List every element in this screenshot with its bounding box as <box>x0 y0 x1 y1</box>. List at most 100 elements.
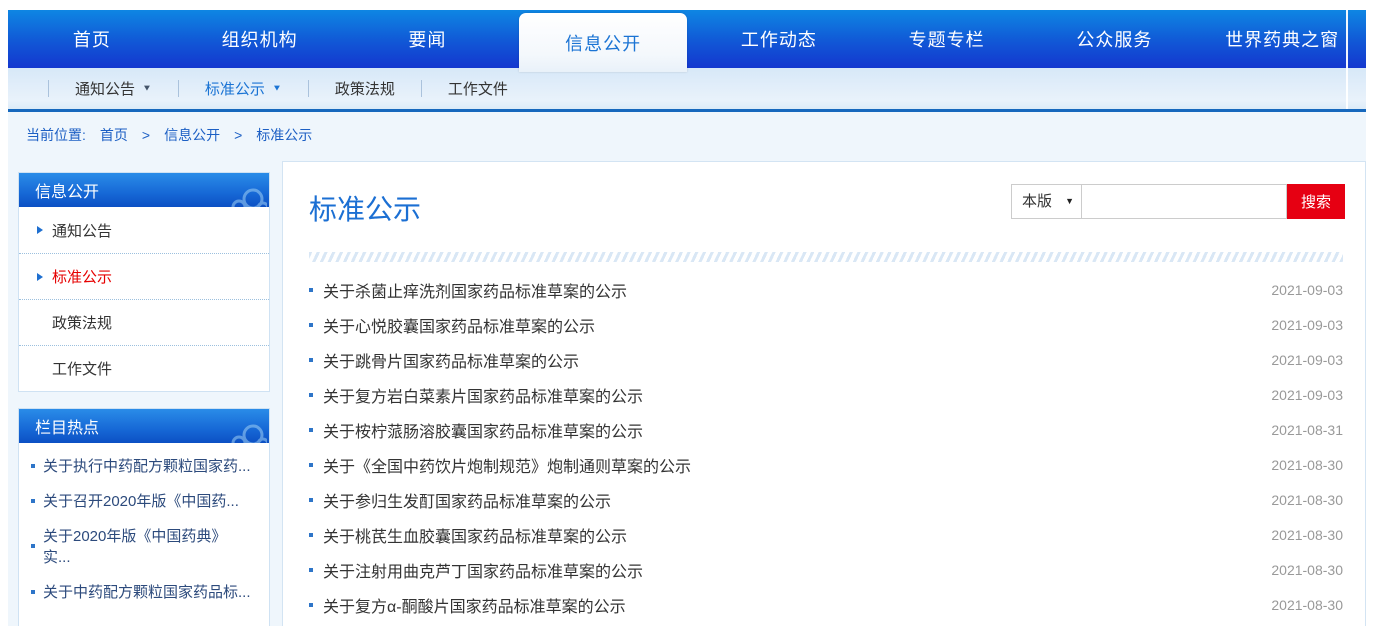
announcement-link[interactable]: 关于跳骨片国家药品标准草案的公示 <box>309 348 1271 372</box>
announcement-list: 关于杀菌止痒洗剂国家药品标准草案的公示 2021-09-03 关于心悦胶囊国家药… <box>309 272 1343 622</box>
table-row: 关于注射用曲克芦丁国家药品标准草案的公示 2021-08-30 <box>309 552 1343 587</box>
announcement-date: 2021-08-30 <box>1271 492 1343 508</box>
announcement-title: 关于桃芪生血胶囊国家药品标准草案的公示 <box>323 523 627 547</box>
announcement-date: 2021-08-30 <box>1271 457 1343 473</box>
subnav-item-notices[interactable]: 通知公告 ▼ <box>49 78 178 99</box>
sidebar-item-standards-publicity[interactable]: 标准公示 <box>19 253 269 299</box>
subnav-item-work-documents[interactable]: 工作文件 <box>422 78 534 99</box>
bullet-icon <box>309 358 313 362</box>
list-item[interactable]: 关于召开2020年版《中国药... <box>31 491 259 513</box>
breadcrumb-link-information-disclosure[interactable]: 信息公开 <box>164 125 220 145</box>
table-row: 关于复方岩白菜素片国家药品标准草案的公示 2021-09-03 <box>309 377 1343 412</box>
sidebar-item-notices[interactable]: 通知公告 <box>19 207 269 253</box>
announcement-title: 关于心悦胶囊国家药品标准草案的公示 <box>323 313 595 337</box>
sidebar-item-policies[interactable]: 政策法规 <box>19 299 269 345</box>
content-columns: 信息公开 通知公告 <box>8 158 1366 626</box>
subnav-item-label: 工作文件 <box>448 78 508 99</box>
breadcrumb-label: 当前位置: <box>26 125 86 145</box>
announcement-link[interactable]: 关于复方α-酮酸片国家药品标准草案的公示 <box>309 593 1271 617</box>
announcement-link[interactable]: 关于桃芪生血胶囊国家药品标准草案的公示 <box>309 523 1271 547</box>
bullet-icon <box>309 533 313 537</box>
sidebar-section-header: 信息公开 <box>19 173 269 207</box>
table-row: 关于心悦胶囊国家药品标准草案的公示 2021-09-03 <box>309 307 1343 342</box>
search-box: 本版 ▼ 搜索 <box>1011 184 1345 219</box>
list-item[interactable]: 关于2020年版《中国药典》实... <box>31 526 259 570</box>
table-row: 关于杀菌止痒洗剂国家药品标准草案的公示 2021-09-03 <box>309 272 1343 307</box>
subnav-item-policies[interactable]: 政策法规 <box>309 78 421 99</box>
announcement-link[interactable]: 关于桉柠蒎肠溶胶囊国家药品标准草案的公示 <box>309 418 1271 442</box>
search-input[interactable] <box>1081 184 1287 219</box>
subnav-item-label: 标准公示 <box>205 78 265 99</box>
nav-item-organization[interactable]: 组织机构 <box>176 10 344 68</box>
sidebar-item-label: 政策法规 <box>52 312 112 333</box>
announcement-date: 2021-08-30 <box>1271 527 1343 543</box>
announcement-date: 2021-09-03 <box>1271 282 1343 298</box>
announcement-link[interactable]: 关于《全国中药饮片炮制规范》炮制通则草案的公示 <box>309 453 1271 477</box>
nav-item-world-pharmacopoeia[interactable]: 世界药典之窗 <box>1198 10 1366 68</box>
bullet-icon <box>309 428 313 432</box>
hot-item-title: 关于召开2020年版《中国药... <box>43 491 239 513</box>
nav-item-information-disclosure[interactable]: 信息公开 <box>519 13 687 72</box>
announcement-date: 2021-08-30 <box>1271 597 1343 613</box>
search-scope-select-wrap: 本版 ▼ <box>1011 184 1081 219</box>
table-row: 关于桃芪生血胶囊国家药品标准草案的公示 2021-08-30 <box>309 517 1343 552</box>
search-button[interactable]: 搜索 <box>1287 184 1345 219</box>
nav-item-special-columns[interactable]: 专题专栏 <box>863 10 1031 68</box>
announcement-link[interactable]: 关于杀菌止痒洗剂国家药品标准草案的公示 <box>309 278 1271 302</box>
bullet-icon <box>309 323 313 327</box>
announcement-link[interactable]: 关于心悦胶囊国家药品标准草案的公示 <box>309 313 1271 337</box>
sidebar-section-header: 栏目热点 <box>19 409 269 443</box>
chevron-down-icon: ▼ <box>142 84 152 93</box>
page-body: 当前位置: 首页 > 信息公开 > 标准公示 信息公开 <box>8 112 1366 626</box>
sidebar-item-work-documents[interactable]: 工作文件 <box>19 345 269 391</box>
bullet-icon <box>309 568 313 572</box>
announcement-date: 2021-08-31 <box>1271 422 1343 438</box>
cloud-decoration-icon <box>195 177 267 207</box>
hot-item-title: 关于2020年版《中国药典》实... <box>43 526 238 570</box>
hot-item-title: 关于中药配方颗粒国家药品标... <box>43 582 251 604</box>
section-divider <box>309 252 1343 262</box>
hot-item-title: 关于执行中药配方颗粒国家药... <box>43 456 251 478</box>
arrow-right-icon <box>37 226 43 234</box>
announcement-link[interactable]: 关于复方岩白菜素片国家药品标准草案的公示 <box>309 383 1271 407</box>
list-item[interactable]: 关于执行中药配方颗粒国家药... <box>31 456 259 478</box>
bullet-icon <box>31 590 35 594</box>
sidebar-item-label: 工作文件 <box>52 358 112 379</box>
search-scope-select[interactable]: 本版 <box>1011 184 1081 219</box>
nav-item-home[interactable]: 首页 <box>8 10 176 68</box>
nav-item-news[interactable]: 要闻 <box>344 10 512 68</box>
nav-item-work-trends[interactable]: 工作动态 <box>695 10 863 68</box>
list-item[interactable]: 关于中药配方颗粒国家药品标... <box>31 582 259 604</box>
bullet-icon <box>309 288 313 292</box>
sidebar-section-info-disclosure: 信息公开 通知公告 <box>18 172 270 392</box>
arrow-right-icon <box>37 273 43 281</box>
sidebar-item-label: 标准公示 <box>52 266 112 287</box>
table-row: 关于复方α-酮酸片国家药品标准草案的公示 2021-08-30 <box>309 587 1343 622</box>
bullet-icon <box>309 498 313 502</box>
chevron-down-icon: ▼ <box>272 84 282 93</box>
breadcrumb-link-standards-publicity[interactable]: 标准公示 <box>256 125 312 145</box>
cloud-decoration-icon <box>195 413 267 443</box>
announcement-link[interactable]: 关于注射用曲克芦丁国家药品标准草案的公示 <box>309 558 1271 582</box>
announcement-date: 2021-09-03 <box>1271 352 1343 368</box>
subnav-item-standards-publicity[interactable]: 标准公示 ▼ <box>179 78 308 99</box>
announcement-link[interactable]: 关于参归生发酊国家药品标准草案的公示 <box>309 488 1271 512</box>
breadcrumb-separator: > <box>234 127 242 143</box>
announcement-title: 关于复方岩白菜素片国家药品标准草案的公示 <box>323 383 643 407</box>
sidebar-section-title: 信息公开 <box>35 178 99 202</box>
bullet-icon <box>309 463 313 467</box>
hot-topics-list: 关于执行中药配方颗粒国家药... 关于召开2020年版《中国药... 关于202… <box>19 443 269 626</box>
main-panel: 标准公示 本版 ▼ 搜索 <box>282 161 1366 626</box>
announcement-title: 关于参归生发酊国家药品标准草案的公示 <box>323 488 611 512</box>
breadcrumb-link-home[interactable]: 首页 <box>100 125 128 145</box>
announcement-date: 2021-09-03 <box>1271 317 1343 333</box>
sidebar-item-label: 通知公告 <box>52 220 112 241</box>
bullet-icon <box>309 393 313 397</box>
bullet-icon <box>309 603 313 607</box>
sidebar: 信息公开 通知公告 <box>18 158 270 626</box>
announcement-date: 2021-09-03 <box>1271 387 1343 403</box>
announcement-title: 关于《全国中药饮片炮制规范》炮制通则草案的公示 <box>323 453 691 477</box>
table-row: 关于《全国中药饮片炮制规范》炮制通则草案的公示 2021-08-30 <box>309 447 1343 482</box>
nav-item-public-service[interactable]: 公众服务 <box>1031 10 1199 68</box>
announcement-date: 2021-08-30 <box>1271 562 1343 578</box>
